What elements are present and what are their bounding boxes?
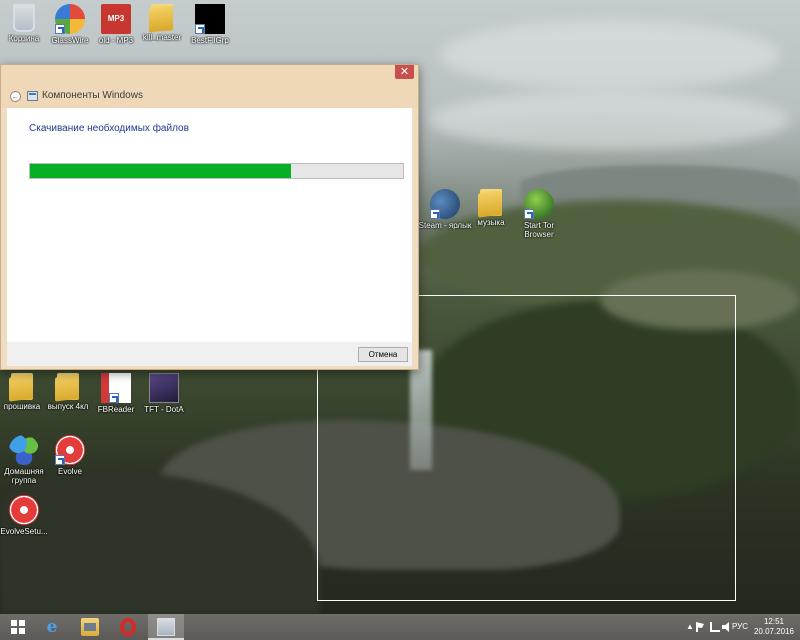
- glasswire-icon: [55, 4, 85, 34]
- taskbar-file-explorer[interactable]: [72, 614, 108, 640]
- dialog-titlebar[interactable]: ✕ ← Компоненты Windows: [1, 65, 418, 108]
- desktop-icon-label: BestFilGrp: [191, 36, 229, 45]
- wallpaper-cloud: [430, 90, 790, 150]
- clock[interactable]: 12:51 20.07.2016: [752, 617, 796, 637]
- dialog-footer: Отмена: [7, 342, 412, 366]
- fbreader-icon: [101, 373, 131, 403]
- shortcut-arrow-icon: [55, 455, 65, 465]
- shortcut-arrow-icon: [195, 24, 205, 34]
- folder-icon: [57, 373, 79, 400]
- close-button[interactable]: ✕: [395, 65, 414, 79]
- cancel-button[interactable]: Отмена: [358, 347, 408, 362]
- steam-icon: [430, 189, 460, 219]
- taskbar-windows-components[interactable]: [148, 614, 184, 640]
- network-icon[interactable]: [710, 622, 720, 632]
- homegroup-icon: [9, 435, 39, 465]
- back-arrow-icon[interactable]: ←: [10, 91, 21, 102]
- status-heading: Скачивание необходимых файлов: [29, 123, 189, 134]
- windows-components-icon: [157, 618, 175, 636]
- input-language[interactable]: РУС: [732, 622, 748, 631]
- download-progress-bar: [29, 163, 404, 179]
- volume-icon[interactable]: [722, 622, 729, 632]
- dialog-title: Компоненты Windows: [42, 90, 143, 101]
- windows-features-icon: [27, 91, 38, 101]
- desktop-icon-tor-browser[interactable]: Start Tor Browser: [511, 189, 567, 239]
- tor-browser-icon: [524, 189, 554, 219]
- dialog-content: Скачивание необходимых файлов: [7, 108, 412, 342]
- recycle-bin-icon: [13, 4, 35, 32]
- windows-components-dialog: ✕ ← Компоненты Windows Скачивание необхо…: [0, 64, 419, 370]
- desktop-icon-tft-dota[interactable]: TFT - DotA: [136, 373, 192, 414]
- mp3-file-icon: MP3: [101, 4, 131, 34]
- opera-icon: [120, 618, 136, 636]
- shortcut-arrow-icon: [524, 209, 534, 219]
- dota-game-icon: [149, 373, 179, 403]
- windows-logo-icon: [11, 620, 25, 634]
- folder-icon: [11, 373, 33, 400]
- start-button[interactable]: [0, 614, 34, 640]
- file-explorer-icon: [81, 618, 99, 636]
- taskbar: e ▲ РУС 12:51 20.07.2016: [0, 614, 800, 640]
- show-hidden-icons-icon[interactable]: ▲: [686, 622, 694, 631]
- taskbar-internet-explorer[interactable]: e: [34, 614, 70, 640]
- evolve-icon: [55, 435, 85, 465]
- shortcut-arrow-icon: [430, 209, 440, 219]
- shortcut-arrow-icon: [109, 393, 119, 403]
- shortcut-arrow-icon: [55, 24, 65, 34]
- action-center-flag-icon[interactable]: [696, 622, 704, 632]
- desktop-icon-label: TFT - DotA: [144, 405, 184, 414]
- desktop-icon-label: EvolveSetu...: [0, 527, 48, 536]
- internet-explorer-icon: e: [46, 617, 58, 637]
- taskbar-opera[interactable]: [110, 614, 146, 640]
- desktop-icon-label: Start Tor Browser: [523, 221, 555, 239]
- evolve-setup-icon: [9, 495, 39, 525]
- clock-time: 12:51: [763, 617, 785, 626]
- desktop-icon-evolve-setup[interactable]: EvolveSetu...: [0, 495, 52, 536]
- clock-date: 20.07.2016: [753, 627, 795, 636]
- wallpaper-cloud: [440, 20, 780, 90]
- folder-icon: [151, 4, 173, 31]
- desktop-icon-bestfilgrp[interactable]: BestFilGrp: [182, 4, 238, 45]
- file-icon: [195, 4, 225, 34]
- desktop-icon-label: Evolve: [57, 467, 82, 476]
- progress-fill: [30, 164, 292, 178]
- folder-icon: [480, 189, 502, 216]
- desktop-icon-evolve[interactable]: Evolve: [42, 435, 98, 476]
